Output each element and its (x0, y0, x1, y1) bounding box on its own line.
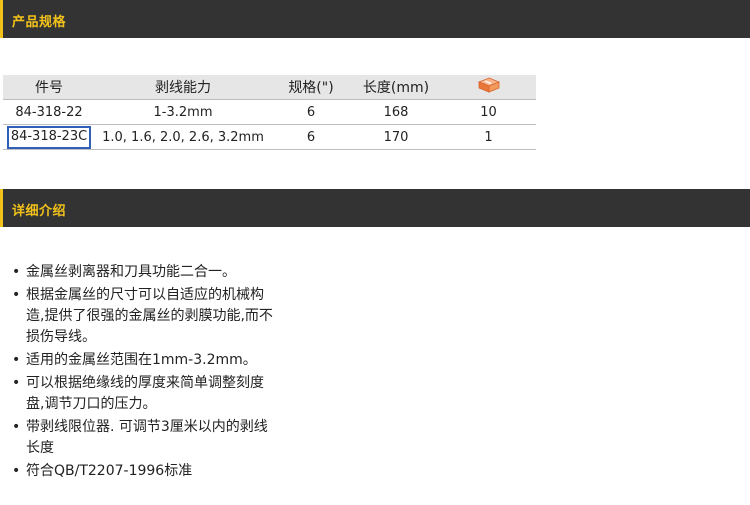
feature-text: 符合QB/T2207-1996标准 (26, 463, 193, 479)
cell-qty: 10 (441, 99, 536, 125)
bullet-icon: • (12, 287, 21, 303)
feature-text: 适用的金属丝范围在1mm-3.2mm。 (26, 352, 257, 368)
cell-length: 170 (351, 124, 441, 150)
list-item: • 适用的金属丝范围在1mm-3.2mm。 (10, 350, 278, 371)
cell-part: 84-318-22 (3, 99, 95, 125)
spec-section-bar: 产品规格 (0, 0, 750, 38)
header-qty (441, 75, 536, 100)
detail-section-bar: 详细介绍 (0, 189, 750, 227)
header-length: 长度(mm) (351, 75, 441, 100)
header-part: 件号 (3, 75, 95, 100)
feature-list: • 金属丝剥离器和刀具功能二合一。 • 根据金属丝的尺寸可以自适应的机械构造,提供了… (10, 262, 278, 484)
cell-size: 6 (271, 99, 351, 125)
spec-section-title: 产品规格 (12, 15, 67, 30)
feature-text: 带剥线限位器. 可调节3厘米以内的剥线长度 (26, 419, 268, 456)
bullet-icon: • (12, 264, 21, 280)
table-row: 84-318-23C 1.0, 1.6, 2.0, 2.6, 3.2mm 6 1… (3, 124, 536, 150)
spec-table: 件号 剥线能力 规格(") 长度(mm) 84-318-22 1-3.2mm 6 (3, 75, 536, 150)
table-row: 84-318-22 1-3.2mm 6 168 10 (3, 99, 536, 125)
cell-capacity: 1-3.2mm (95, 99, 271, 125)
part-link[interactable]: 84-318-23C (6, 125, 92, 149)
cell-length: 168 (351, 99, 441, 125)
list-item: • 符合QB/T2207-1996标准 (10, 461, 278, 482)
list-item: • 根据金属丝的尺寸可以自适应的机械构造,提供了很强的金属丝的剥膜功能,而不损伤导… (10, 285, 278, 348)
feature-text: 金属丝剥离器和刀具功能二合一。 (26, 264, 236, 280)
cell-capacity: 1.0, 1.6, 2.0, 2.6, 3.2mm (95, 124, 271, 150)
header-capacity: 剥线能力 (95, 75, 271, 100)
list-item: • 金属丝剥离器和刀具功能二合一。 (10, 262, 278, 283)
bullet-icon: • (12, 419, 21, 435)
package-box-icon (477, 77, 500, 97)
bullet-icon: • (12, 463, 21, 479)
cell-size: 6 (271, 124, 351, 150)
header-size: 规格(") (271, 75, 351, 100)
cell-qty: 1 (441, 124, 536, 150)
feature-text: 可以根据绝缘线的厚度来简单调整刻度盘,调节刀口的压力。 (26, 375, 264, 412)
cell-part-highlighted[interactable]: 84-318-23C (3, 124, 95, 150)
bullet-icon: • (12, 375, 21, 391)
list-item: • 带剥线限位器. 可调节3厘米以内的剥线长度 (10, 417, 278, 459)
bullet-icon: • (12, 352, 21, 368)
table-header-row: 件号 剥线能力 规格(") 长度(mm) (3, 75, 536, 100)
feature-text: 根据金属丝的尺寸可以自适应的机械构造,提供了很强的金属丝的剥膜功能,而不损伤导线… (26, 287, 273, 345)
list-item: • 可以根据绝缘线的厚度来简单调整刻度盘,调节刀口的压力。 (10, 373, 278, 415)
detail-section-title: 详细介绍 (12, 204, 67, 219)
